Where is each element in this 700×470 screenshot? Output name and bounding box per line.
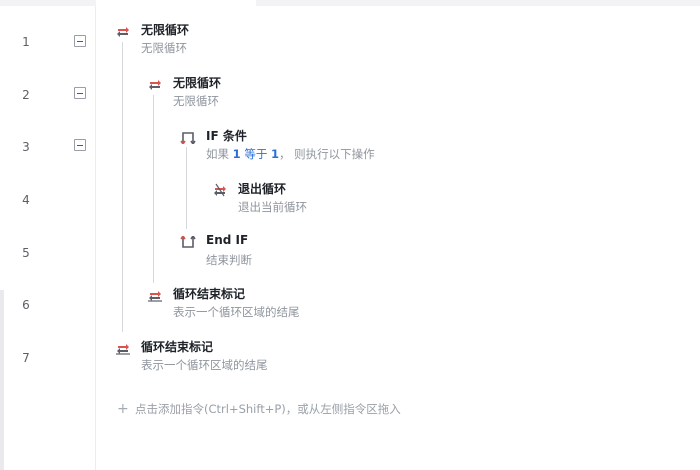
nest-guide xyxy=(153,95,154,283)
condition-right-value[interactable]: 1 xyxy=(271,147,279,161)
step-description: 表示一个循环区域的结尾 xyxy=(173,305,300,319)
loop-end-icon xyxy=(115,340,131,355)
step-description: 表示一个循环区域的结尾 xyxy=(141,358,268,372)
collapse-button[interactable] xyxy=(74,139,86,151)
collapse-button[interactable] xyxy=(74,87,86,99)
desc-suffix: ， 则执行以下操作 xyxy=(279,147,375,161)
add-command-hint[interactable]: + 点击添加指令(Ctrl+Shift+P)，或从左侧指令区拖入 xyxy=(117,401,401,417)
step-description: 无限循环 xyxy=(141,41,187,55)
step-description: 结束判断 xyxy=(206,253,252,267)
desc-prefix: 如果 xyxy=(206,147,233,161)
loop-icon xyxy=(115,23,131,37)
step-title: 无限循环 xyxy=(173,76,222,90)
line-number: 6 xyxy=(22,298,30,312)
line-number: 4 xyxy=(22,193,30,207)
step-title: End IF xyxy=(206,233,249,247)
step-description: 无限循环 xyxy=(173,94,219,108)
line-number: 7 xyxy=(22,351,30,365)
condition-operator[interactable]: 等于 xyxy=(241,147,271,161)
line-gutter xyxy=(0,6,96,470)
nest-guide xyxy=(186,147,187,229)
line-number: 5 xyxy=(22,246,30,260)
top-strip xyxy=(0,0,700,6)
step-description: 退出当前循环 xyxy=(238,200,307,214)
line-number: 2 xyxy=(22,88,30,102)
step-title: 循环结束标记 xyxy=(141,340,214,354)
step-title: 退出循环 xyxy=(238,182,287,196)
line-number: 3 xyxy=(22,140,30,154)
step-title: IF 条件 xyxy=(206,129,247,143)
plus-icon: + xyxy=(117,401,129,417)
end-if-icon xyxy=(180,234,196,249)
gutter-scroll-edge xyxy=(0,290,4,470)
step-title: 循环结束标记 xyxy=(173,287,246,301)
condition-left-value[interactable]: 1 xyxy=(233,147,241,161)
step-description: 如果 1 等于 1， 则执行以下操作 xyxy=(206,146,375,162)
loop-end-icon xyxy=(147,287,163,302)
line-number: 1 xyxy=(22,35,30,49)
step-title: 无限循环 xyxy=(141,23,190,37)
break-loop-icon xyxy=(212,182,228,197)
loop-icon xyxy=(147,76,163,90)
nest-guide xyxy=(122,42,123,332)
collapse-button[interactable] xyxy=(74,35,86,47)
active-tab-edge xyxy=(96,0,256,6)
add-command-label: 点击添加指令(Ctrl+Shift+P)，或从左侧指令区拖入 xyxy=(135,402,401,416)
if-branch-icon xyxy=(180,129,196,146)
